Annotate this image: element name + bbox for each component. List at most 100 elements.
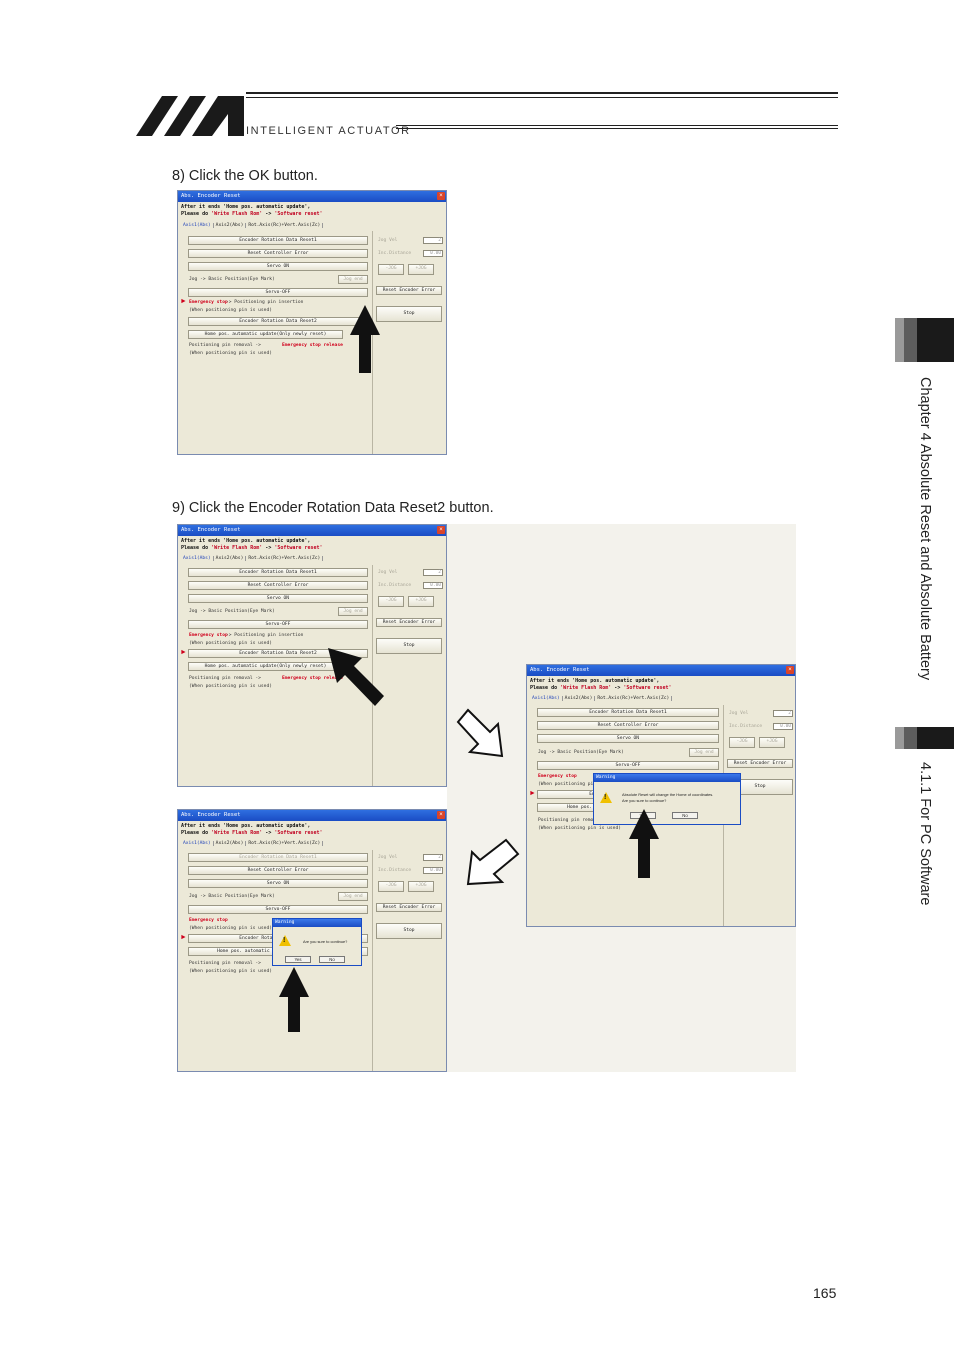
jog-plus-button[interactable]: +JOG [408, 596, 434, 607]
inc-distance-label: Inc.Distance [378, 583, 412, 588]
tab-axis1[interactable]: Axis1(Abs) [530, 696, 563, 701]
close-icon[interactable]: × [437, 192, 445, 200]
tab-axis1[interactable]: Axis1(Abs) [181, 556, 214, 561]
stop-button[interactable]: Stop [376, 923, 442, 939]
jog-end-button[interactable]: Jog end [689, 748, 719, 757]
yes-button[interactable]: Yes [285, 956, 311, 963]
pin-insertion-label: -> Positioning pin insertion [226, 633, 304, 638]
tab-rot-axis[interactable]: Rot.Axis(Rc)+Vert.Axis(Zc) [246, 223, 324, 228]
axis-tabs: Axis1(Abs) Axis2(Abs) Rot.Axis(Rc)+Vert.Ax… [181, 556, 324, 561]
jog-vel-label: Jog Vel [378, 238, 398, 243]
home-auto-update-button[interactable]: Home pos. automatic update(Only newly re… [188, 330, 343, 339]
emg-stop-label: Emergency stop [189, 300, 228, 305]
reset-controller-error-button[interactable]: Reset Controller Error [188, 249, 368, 258]
reset-controller-error-button[interactable]: Reset Controller Error [188, 581, 368, 590]
no-button[interactable]: No [672, 812, 698, 819]
tab-rot-axis[interactable]: Rot.Axis(Rc)+Vert.Axis(Zc) [246, 556, 324, 561]
jog-vel-label: Jog Vel [378, 570, 398, 575]
abs-encoder-reset-window-1: Abs. Encoder Reset × After it ends 'Home… [177, 190, 447, 455]
step-8-text: 8) Click the OK button. [172, 168, 318, 184]
window-titlebar: Abs. Encoder Reset [527, 665, 795, 676]
jog-end-button[interactable]: Jog end [338, 892, 368, 901]
encoder-rotation-reset1-button[interactable]: Encoder Rotation Data Reset1 [188, 236, 368, 245]
jog-minus-button[interactable]: -JOG [729, 737, 755, 748]
reset-controller-error-button[interactable]: Reset Controller Error [537, 721, 719, 730]
tab-axis2[interactable]: Axis2(Abs) [562, 696, 596, 701]
home-auto-update-button[interactable]: Home pos. automatic update(Only newly re… [188, 662, 343, 671]
jog-vel-label: Jog Vel [378, 855, 398, 860]
jog-basic-label: Jog -> Basic Position(Eye Mark) [189, 277, 275, 282]
warning-icon: ! [279, 935, 291, 946]
jog-vel-field[interactable]: 2 [423, 569, 443, 576]
no-button[interactable]: No [319, 956, 345, 963]
header-rule-low2 [396, 128, 838, 129]
ia-logo-icon [136, 96, 244, 136]
encoder-rotation-reset2-button[interactable]: Encoder Rotation Data Reset2 [188, 317, 368, 326]
reset-encoder-error-button[interactable]: Reset Encoder Error [727, 759, 793, 768]
axis-tabs: Axis1(Abs) Axis2(Abs) Rot.Axis(Rc)+Vert.Ax… [181, 841, 324, 846]
window-message: After it ends 'Home pos. automatic updat… [181, 538, 323, 551]
when-pin-label-2: (When positioning pin is used) [189, 684, 272, 689]
servo-on-button[interactable]: Servo ON [537, 734, 719, 743]
chapter-tab-shade1 [895, 318, 904, 362]
when-pin-label-2: (When positioning pin is used) [189, 351, 272, 356]
jog-minus-button[interactable]: -JOG [378, 264, 404, 275]
reset-encoder-error-button[interactable]: Reset Encoder Error [376, 286, 442, 295]
jog-plus-button[interactable]: +JOG [408, 881, 434, 892]
jog-basic-label: Jog -> Basic Position(Eye Mark) [189, 894, 275, 899]
servo-on-button[interactable]: Servo ON [188, 262, 368, 271]
jog-minus-button[interactable]: -JOG [378, 881, 404, 892]
inc-distance-field[interactable]: 0.00 [423, 867, 443, 874]
inc-distance-label: Inc.Distance [378, 251, 412, 256]
dialog-message: Are you sure to continue? [303, 939, 348, 944]
servo-on-button[interactable]: Servo ON [188, 594, 368, 603]
pin-removal-label: Positioning pin removal -> [189, 343, 261, 348]
reset-encoder-error-button[interactable]: Reset Encoder Error [376, 903, 442, 912]
close-icon[interactable]: × [786, 666, 794, 674]
confirm-dialog: Warning ! Are you sure to continue? Yes … [272, 918, 362, 966]
inc-distance-field[interactable]: 0.00 [423, 582, 443, 589]
tab-axis2[interactable]: Axis2(Abs) [213, 841, 247, 846]
jog-minus-button[interactable]: -JOG [378, 596, 404, 607]
emg-release-label: Emergency stop release [282, 343, 343, 348]
chapter-tab [917, 318, 954, 362]
jog-vel-field[interactable]: 2 [423, 237, 443, 244]
reset-encoder-error-button[interactable]: Reset Encoder Error [376, 618, 442, 627]
tab-axis2[interactable]: Axis2(Abs) [213, 223, 247, 228]
jog-end-button[interactable]: Jog end [338, 607, 368, 616]
jog-plus-button[interactable]: +JOG [759, 737, 785, 748]
servo-off-button[interactable]: Servo-OFF [188, 288, 368, 297]
pointer-arrow-up-icon [629, 809, 659, 878]
jog-plus-button[interactable]: +JOG [408, 264, 434, 275]
jog-vel-field[interactable]: 2 [773, 710, 793, 717]
servo-on-button[interactable]: Servo ON [188, 879, 368, 888]
dialog-title: Warning [594, 774, 740, 782]
close-icon[interactable]: × [437, 811, 445, 819]
servo-off-button[interactable]: Servo-OFF [188, 905, 368, 914]
tab-axis1[interactable]: Axis1(Abs) [181, 223, 214, 228]
jog-vel-field[interactable]: 2 [423, 854, 443, 861]
tab-rot-axis[interactable]: Rot.Axis(Rc)+Vert.Axis(Zc) [595, 696, 673, 701]
jog-end-button[interactable]: Jog end [338, 275, 368, 284]
encoder-rotation-reset1-button[interactable]: Encoder Rotation Data Reset1 [188, 853, 368, 862]
inc-distance-field[interactable]: 0.00 [423, 250, 443, 257]
pin-removal-label: Positioning pin removal -> [189, 676, 261, 681]
servo-off-button[interactable]: Servo-OFF [537, 761, 719, 770]
reset-controller-error-button[interactable]: Reset Controller Error [188, 866, 368, 875]
close-icon[interactable]: × [437, 526, 445, 534]
inc-distance-field[interactable]: 0.00 [773, 723, 793, 730]
tab-rot-axis[interactable]: Rot.Axis(Rc)+Vert.Axis(Zc) [246, 841, 324, 846]
encoder-rotation-reset1-button[interactable]: Encoder Rotation Data Reset1 [537, 708, 719, 717]
section-tab-shade2 [904, 727, 917, 749]
stop-button[interactable]: Stop [376, 638, 442, 654]
emg-stop-label: Emergency stop [189, 633, 228, 638]
tab-axis2[interactable]: Axis2(Abs) [213, 556, 247, 561]
servo-off-button[interactable]: Servo-OFF [188, 620, 368, 629]
encoder-rotation-reset1-button[interactable]: Encoder Rotation Data Reset1 [188, 568, 368, 577]
tab-axis1[interactable]: Axis1(Abs) [181, 841, 214, 846]
abs-encoder-reset-window-2: Abs. Encoder Reset × After it ends 'Home… [177, 524, 447, 787]
pointer-arrow-diagonal-icon [328, 648, 384, 706]
step-9-text: 9) Click the Encoder Rotation Data Reset… [172, 500, 494, 516]
section-tab-shade1 [895, 727, 904, 749]
stop-button[interactable]: Stop [376, 306, 442, 322]
